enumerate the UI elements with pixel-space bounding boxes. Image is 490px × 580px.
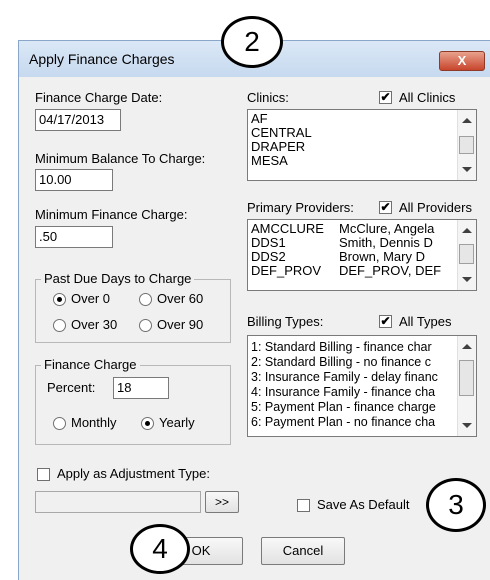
- min-balance-field[interactable]: 10.00: [35, 169, 113, 191]
- scroll-up-icon[interactable]: [462, 344, 472, 349]
- provider-name: DEF_PROV, DEF: [339, 263, 442, 278]
- finance-charge-date-label: Finance Charge Date:: [35, 90, 163, 105]
- radio-over-60[interactable]: [139, 293, 152, 306]
- all-clinics-checkbox[interactable]: ✔: [379, 91, 392, 104]
- list-item[interactable]: CENTRAL: [248, 126, 456, 140]
- close-icon: X: [457, 53, 467, 68]
- callout-3: 3: [426, 478, 486, 532]
- list-item[interactable]: 1: Standard Billing - finance char: [248, 340, 456, 355]
- list-item[interactable]: 3: Insurance Family - delay financ: [248, 370, 456, 385]
- all-types-checkbox[interactable]: ✔: [379, 315, 392, 328]
- all-clinics-label: All Clinics: [399, 90, 456, 105]
- scroll-thumb[interactable]: [459, 244, 474, 264]
- scroll-down-icon[interactable]: [462, 167, 472, 172]
- provider-name: Brown, Mary D: [339, 249, 425, 264]
- percent-label: Percent:: [47, 380, 96, 395]
- scroll-up-icon[interactable]: [462, 228, 472, 233]
- radio-over-90-label: Over 90: [157, 317, 204, 332]
- apply-adjustment-checkbox[interactable]: [37, 468, 50, 481]
- apply-finance-charges-dialog: Apply Finance Charges X Finance Charge D…: [18, 40, 490, 580]
- list-item[interactable]: DEF_PROV DEF_PROV, DEF: [248, 264, 456, 278]
- apply-adjustment-label: Apply as Adjustment Type:: [57, 466, 210, 481]
- radio-over-30[interactable]: [53, 319, 66, 332]
- save-default-checkbox[interactable]: [297, 499, 310, 512]
- providers-scrollbar[interactable]: [457, 220, 476, 290]
- callout-4: 4: [130, 524, 190, 574]
- radio-yearly-label: Yearly: [159, 415, 195, 430]
- billing-types-label: Billing Types:: [247, 314, 324, 329]
- scroll-down-icon[interactable]: [462, 423, 472, 428]
- radio-over-30-label: Over 30: [71, 317, 118, 332]
- radio-yearly[interactable]: [141, 417, 154, 430]
- provider-abbr: AMCCLURE: [251, 222, 324, 236]
- finance-charge-title: Finance Charge: [41, 357, 140, 372]
- list-item[interactable]: 6: Payment Plan - no finance cha: [248, 415, 456, 430]
- callout-2: 2: [221, 16, 283, 68]
- provider-abbr: DDS2: [251, 249, 286, 264]
- list-item[interactable]: AMCCLURE McClure, Angela: [248, 222, 456, 236]
- all-providers-checkbox[interactable]: ✔: [379, 201, 392, 214]
- min-finance-charge-field[interactable]: .50: [35, 226, 113, 248]
- min-finance-charge-label: Minimum Finance Charge:: [35, 207, 188, 222]
- providers-list[interactable]: AMCCLURE McClure, Angela DDS1 Smith, Denni…: [247, 219, 477, 291]
- billing-types-list[interactable]: 1: Standard Billing - finance char 2: St…: [247, 335, 477, 437]
- radio-over-60-label: Over 60: [157, 291, 204, 306]
- scroll-thumb[interactable]: [459, 136, 474, 154]
- all-types-label: All Types: [399, 314, 452, 329]
- list-item[interactable]: DDS2 Brown, Mary D: [248, 250, 456, 264]
- dialog-title: Apply Finance Charges: [29, 51, 175, 67]
- clinics-list[interactable]: AF CENTRAL DRAPER MESA: [247, 109, 477, 181]
- list-item[interactable]: MESA: [248, 154, 456, 168]
- save-default-label: Save As Default: [317, 497, 410, 512]
- all-providers-label: All Providers: [399, 200, 472, 215]
- providers-label: Primary Providers:: [247, 200, 354, 215]
- provider-abbr: DDS1: [251, 235, 286, 250]
- list-item[interactable]: 2: Standard Billing - no finance c: [248, 355, 456, 370]
- finance-charge-date-field[interactable]: 04/17/2013: [35, 109, 121, 131]
- scroll-down-icon[interactable]: [462, 277, 472, 282]
- percent-field[interactable]: 18: [113, 377, 169, 399]
- provider-abbr: DEF_PROV: [251, 263, 322, 278]
- radio-over-0[interactable]: [53, 293, 66, 306]
- past-due-group: [35, 279, 231, 343]
- list-item[interactable]: DRAPER: [248, 140, 456, 154]
- close-button[interactable]: X: [439, 51, 485, 71]
- list-item[interactable]: DDS1 Smith, Dennis D: [248, 236, 456, 250]
- list-item[interactable]: AF: [248, 112, 456, 126]
- radio-over-0-label: Over 0: [71, 291, 111, 306]
- min-balance-label: Minimum Balance To Charge:: [35, 151, 206, 166]
- list-item[interactable]: 5: Payment Plan - finance charge: [248, 400, 456, 415]
- provider-name: McClure, Angela: [339, 222, 435, 236]
- scroll-up-icon[interactable]: [462, 118, 472, 123]
- past-due-title: Past Due Days to Charge: [41, 271, 195, 286]
- billing-types-scrollbar[interactable]: [457, 336, 476, 436]
- adjustment-type-field[interactable]: [35, 491, 201, 513]
- adjustment-browse-button[interactable]: >>: [205, 491, 239, 513]
- cancel-button[interactable]: Cancel: [261, 537, 345, 565]
- scroll-thumb[interactable]: [459, 360, 474, 396]
- clinics-label: Clinics:: [247, 90, 289, 105]
- clinics-scrollbar[interactable]: [457, 110, 476, 180]
- provider-name: Smith, Dennis D: [339, 235, 433, 250]
- radio-over-90[interactable]: [139, 319, 152, 332]
- radio-monthly-label: Monthly: [71, 415, 117, 430]
- radio-monthly[interactable]: [53, 417, 66, 430]
- list-item[interactable]: 4: Insurance Family - finance cha: [248, 385, 456, 400]
